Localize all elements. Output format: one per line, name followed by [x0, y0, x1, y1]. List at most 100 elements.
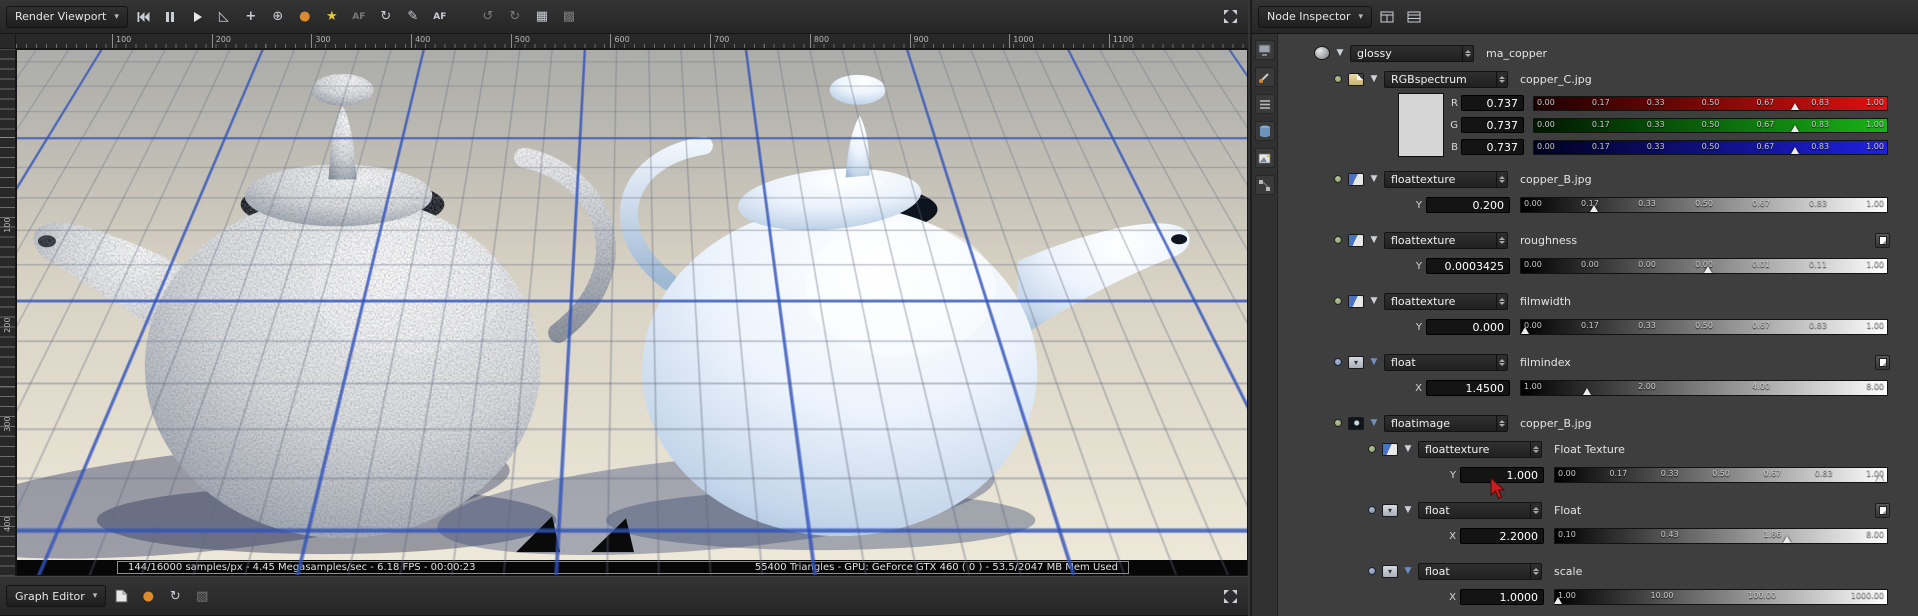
render-canvas[interactable]: 144/16000 samples/px - 4.45 Megasamples/… — [16, 49, 1248, 576]
float-slider[interactable]: 1.00 10.00 100.00 1000.00 — [1554, 589, 1888, 605]
node-connector-dot[interactable] — [1368, 445, 1376, 453]
target-icon[interactable]: ⊕ — [266, 5, 290, 29]
slider-marker[interactable] — [1520, 327, 1529, 334]
eraser-icon[interactable]: ▧ — [190, 584, 214, 608]
spinner-arrows-icon[interactable] — [1496, 354, 1507, 370]
spinner-arrows-icon[interactable] — [1496, 171, 1507, 187]
spinner-arrows-icon[interactable] — [1462, 45, 1473, 61]
slider-marker[interactable] — [1791, 146, 1800, 154]
node-connector-dot[interactable] — [1334, 419, 1342, 427]
spinner-arrows-icon[interactable] — [1496, 71, 1507, 87]
node-connector-dot[interactable] — [1334, 358, 1342, 366]
redo-icon[interactable]: ↻ — [503, 5, 527, 29]
table-add-icon[interactable] — [1375, 5, 1399, 29]
checker-icon[interactable]: ▩ — [557, 5, 581, 29]
storage-icon[interactable] — [1254, 121, 1275, 141]
value-field[interactable]: 1.4500 — [1426, 380, 1510, 396]
node-connector-dot[interactable] — [1334, 75, 1342, 83]
spinner-arrows-icon[interactable] — [1530, 563, 1541, 579]
spinner-arrows-icon[interactable] — [1530, 502, 1541, 518]
value-field[interactable]: 2.2000 — [1460, 528, 1544, 544]
value-field[interactable]: 0.737 — [1461, 95, 1524, 111]
pause-icon[interactable] — [158, 5, 182, 29]
spinner-arrows-icon[interactable] — [1496, 293, 1507, 309]
collapse-triangle-icon[interactable]: ▼ — [1335, 48, 1345, 58]
float-slider[interactable]: 0.00 0.17 0.33 0.50 0.67 0.83 1.00 — [1554, 467, 1888, 483]
float-slider[interactable]: 0.00 0.17 0.33 0.50 0.67 0.83 1.00 — [1520, 319, 1888, 335]
node-connector-dot[interactable] — [1368, 567, 1376, 575]
paint-icon[interactable]: ● — [293, 5, 317, 29]
photo-icon[interactable] — [1254, 148, 1275, 168]
collapse-triangle-icon[interactable]: ▼ — [1369, 418, 1379, 428]
skip-to-start-icon[interactable] — [131, 5, 155, 29]
green-slider[interactable]: 0.00 0.17 0.33 0.50 0.67 0.83 1.00 — [1533, 117, 1888, 133]
spinner-arrows-icon[interactable] — [1496, 232, 1507, 248]
slider-marker[interactable] — [1703, 266, 1712, 273]
value-field[interactable]: 0.200 — [1426, 197, 1510, 213]
collapse-triangle-icon[interactable]: ▼ — [1369, 296, 1379, 306]
row-action-button[interactable] — [1875, 232, 1890, 248]
float-slider[interactable]: 1.00 2.00 4.00 8.00 — [1520, 380, 1888, 396]
af-icon[interactable]: AF — [428, 5, 452, 29]
slider-marker[interactable] — [1791, 124, 1800, 132]
nodes-icon[interactable] — [1254, 175, 1275, 195]
node-type-select[interactable]: floattexture — [1418, 440, 1542, 458]
node-connector-dot[interactable] — [1368, 506, 1376, 514]
collapse-triangle-icon[interactable]: ▼ — [1369, 357, 1379, 367]
value-field[interactable]: 1.0000 — [1460, 589, 1544, 605]
spinner-arrows-icon[interactable] — [1530, 441, 1541, 457]
flag-icon[interactable]: ◺ — [212, 5, 236, 29]
red-slider[interactable]: 0.00 0.17 0.33 0.50 0.67 0.83 1.00 — [1533, 95, 1888, 111]
node-type-select[interactable]: float — [1418, 562, 1542, 580]
slider-marker[interactable] — [1791, 102, 1800, 110]
spinner-arrows-icon[interactable] — [1496, 415, 1507, 431]
inspector-mode-select[interactable]: Node Inspector ▾ — [1258, 5, 1373, 28]
monitor-icon[interactable] — [1254, 40, 1275, 60]
viewport-mode-select[interactable]: Render Viewport ▾ — [6, 5, 128, 28]
play-icon[interactable] — [185, 5, 209, 29]
new-file-icon[interactable] — [109, 584, 133, 608]
spark-icon[interactable]: ★ — [320, 5, 344, 29]
slider-marker[interactable] — [1876, 475, 1885, 482]
fullscreen-icon[interactable] — [1218, 5, 1242, 29]
node-type-select[interactable]: floattexture — [1384, 292, 1508, 310]
float-slider[interactable]: 0.00 0.00 0.00 0.00 0.01 0.11 1.00 — [1520, 258, 1888, 274]
float-slider[interactable]: 0.00 0.17 0.33 0.50 0.67 0.83 1.00 — [1520, 197, 1888, 213]
row-action-button[interactable] — [1875, 502, 1890, 518]
value-field[interactable]: 0.000 — [1426, 319, 1510, 335]
pen-icon[interactable]: ✎ — [401, 5, 425, 29]
value-field[interactable]: 1.000 — [1460, 467, 1544, 483]
undo-icon[interactable]: ↺ — [476, 5, 500, 29]
node-type-select[interactable]: floatimage — [1384, 414, 1508, 432]
collapse-triangle-icon[interactable]: ▼ — [1369, 74, 1379, 84]
fullscreen-icon[interactable] — [1218, 584, 1242, 608]
graph-editor-mode-select[interactable]: Graph Editor ▾ — [6, 585, 107, 607]
collapse-triangle-icon[interactable]: ▼ — [1369, 235, 1379, 245]
blue-slider[interactable]: 0.00 0.17 0.33 0.50 0.67 0.83 1.00 — [1533, 139, 1888, 155]
node-type-select[interactable]: floattexture — [1384, 170, 1508, 188]
node-type-select[interactable]: RGBspectrum — [1384, 70, 1508, 88]
refresh-icon[interactable]: ↻ — [163, 584, 187, 608]
node-type-select[interactable]: float — [1418, 501, 1542, 519]
grid-icon[interactable]: ▦ — [530, 5, 554, 29]
rotate-icon[interactable]: ↻ — [374, 5, 398, 29]
slider-marker[interactable] — [1582, 388, 1591, 395]
list-icon[interactable] — [1254, 94, 1275, 114]
float-slider[interactable]: 0.10 0.43 1.86 8.00 — [1554, 528, 1888, 544]
value-field[interactable]: 0.0003425 — [1426, 258, 1510, 274]
table-icon[interactable] — [1402, 5, 1426, 29]
node-connector-dot[interactable] — [1334, 297, 1342, 305]
slider-marker[interactable] — [1554, 597, 1563, 604]
node-connector-dot[interactable] — [1334, 236, 1342, 244]
crosshair-icon[interactable]: + — [239, 5, 263, 29]
collapse-triangle-icon[interactable]: ▼ — [1403, 505, 1413, 515]
node-type-select[interactable]: float — [1384, 353, 1508, 371]
node-type-select[interactable]: glossy — [1350, 44, 1474, 62]
value-field[interactable]: 0.737 — [1461, 117, 1524, 133]
collapse-triangle-icon[interactable]: ▼ — [1403, 566, 1413, 576]
brush-icon[interactable] — [1254, 67, 1275, 87]
node-type-select[interactable]: floattexture — [1384, 231, 1508, 249]
af-dim-icon[interactable]: AF — [347, 5, 371, 29]
slider-marker[interactable] — [1590, 205, 1599, 212]
collapse-triangle-icon[interactable]: ▼ — [1369, 174, 1379, 184]
